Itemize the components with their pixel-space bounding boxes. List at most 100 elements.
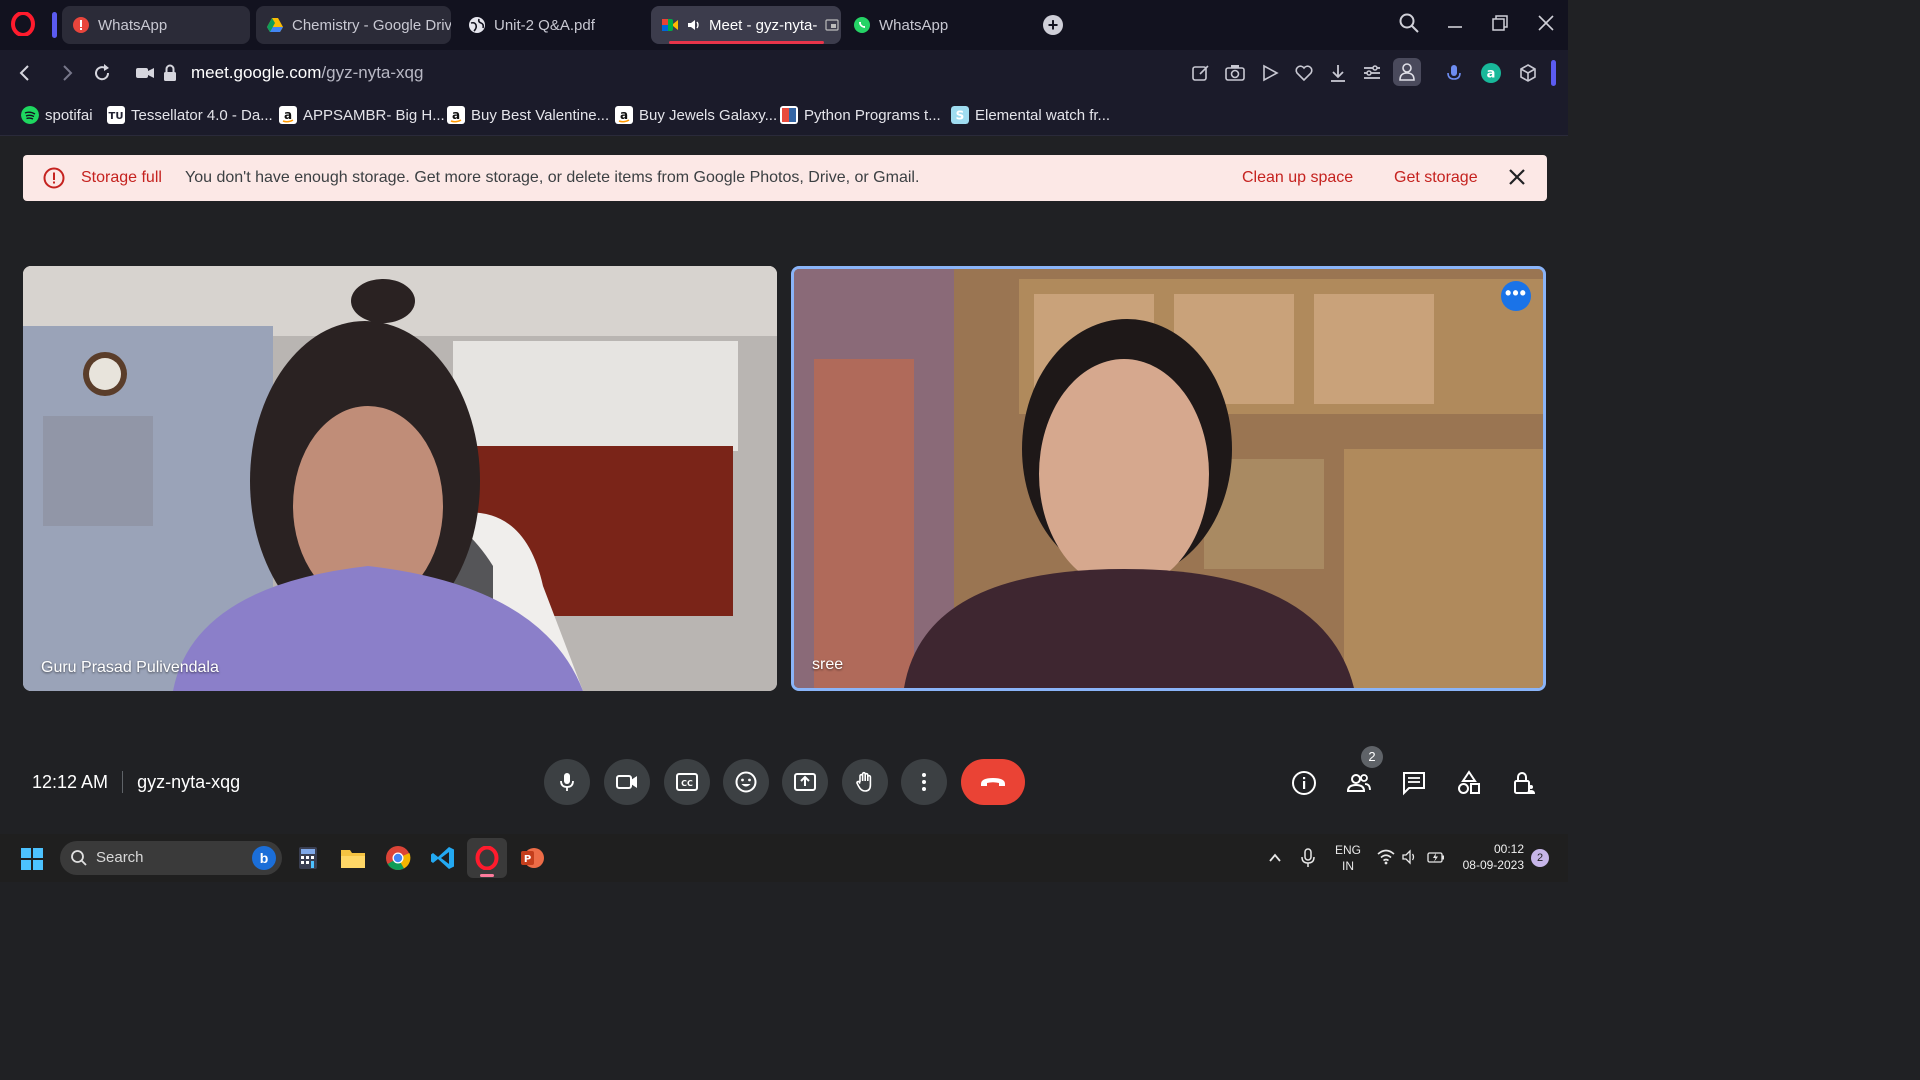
tab-bar: WhatsApp Chemistry - Google Driv Unit-2 … [0,0,1568,50]
taskbar-search[interactable]: Search b [60,841,282,875]
tab-whatsapp-1[interactable]: WhatsApp [62,6,250,44]
language-indicator[interactable]: ENG IN [1335,842,1361,874]
windows-start-icon[interactable] [20,847,44,871]
bookmark-jewels-galaxy[interactable]: a Buy Jewels Galaxy... [615,106,777,124]
video-frame-sree [794,269,1543,688]
svg-text:a: a [1487,67,1496,82]
extensions-cube-icon[interactable] [1517,62,1539,84]
participant-tile-guru[interactable]: Guru Prasad Pulivendala [23,266,777,691]
tab-label: Unit-2 Q&A.pdf [494,16,595,34]
calculator-icon [299,847,317,869]
clean-up-space-link[interactable]: Clean up space [1242,169,1353,187]
reactions-button[interactable] [723,759,769,805]
svg-text:a: a [620,108,628,122]
bookmark-tessellator[interactable]: TU Tessellator 4.0 - Da... [107,106,273,124]
elemental-icon: S [951,106,969,124]
microphone-tray-icon[interactable] [1300,848,1316,868]
clock-time: 00:12 [1493,842,1524,856]
tab-unit2-pdf[interactable]: Unit-2 Q&A.pdf [458,6,646,44]
chat-button[interactable] [1400,769,1428,797]
file-explorer-app[interactable] [338,843,368,873]
powerpoint-icon: P [521,848,544,868]
raise-hand-button[interactable] [842,759,888,805]
restore-icon[interactable] [1489,12,1511,34]
lock-person-icon [1514,772,1535,794]
camera-button[interactable] [604,759,650,805]
lock-icon[interactable] [158,61,182,85]
bookmark-python-programs[interactable]: Python Programs t... [780,106,941,124]
participant-tile-sree[interactable]: ••• sree [791,266,1546,691]
tab-whatsapp-2[interactable]: WhatsApp [843,6,983,44]
forward-icon[interactable] [55,61,79,85]
get-storage-link[interactable]: Get storage [1394,169,1478,187]
camera-in-use-icon[interactable] [133,61,157,85]
microphone-indicator-icon[interactable] [1443,62,1465,84]
opera-logo-icon[interactable] [11,12,35,36]
tab-group-accent [52,12,57,38]
activities-shapes-icon [1458,770,1480,794]
speaker-playing-icon[interactable] [687,18,701,32]
new-tab-button[interactable]: + [1043,15,1063,35]
easy-setup-icon[interactable] [1361,62,1383,84]
people-button[interactable] [1345,769,1373,797]
bookmark-spotifai[interactable]: spotifai [21,106,93,124]
more-options-button[interactable]: ••• [1501,281,1531,311]
microphone-icon [560,773,574,791]
bookmark-label: Tessellator 4.0 - Da... [131,106,273,124]
chevron-up-icon[interactable] [1268,851,1282,865]
camera-snapshot-icon[interactable] [1224,62,1246,84]
chrome-icon [386,846,411,871]
tab-label: Chemistry - Google Driv [292,16,451,34]
volume-icon[interactable] [1402,849,1418,865]
profile-button[interactable] [1393,58,1421,86]
heart-icon[interactable] [1293,62,1315,84]
battery-charging-icon[interactable] [1427,849,1445,865]
more-options-menu-button[interactable] [901,759,947,805]
profile-icon [1399,63,1415,81]
download-icon[interactable] [1327,62,1349,84]
bookmark-label: Buy Jewels Galaxy... [639,106,778,124]
search-tabs-icon[interactable] [1398,12,1420,34]
back-icon[interactable] [13,61,37,85]
extension-a-icon[interactable]: a [1480,62,1502,84]
bookmark-appsambr[interactable]: a APPSAMBR- Big H... [279,106,445,124]
svg-text:S: S [956,109,965,123]
url-field[interactable]: meet.google.com/gyz-nyta-xqg [191,63,423,83]
bookmark-elemental-watch[interactable]: S Elemental watch fr... [951,106,1110,124]
host-controls-button[interactable] [1510,769,1538,797]
bing-icon[interactable]: b [252,846,276,870]
meeting-details-button[interactable] [1290,769,1318,797]
notification-badge[interactable]: 2 [1531,849,1549,867]
captions-button[interactable]: CC [664,759,710,805]
url-host: meet.google.com [191,63,322,82]
close-banner-icon[interactable] [1507,167,1527,187]
picture-in-picture-icon[interactable] [825,18,839,32]
divider [122,771,124,793]
tab-meet-active[interactable]: Meet - gyz-nyta- [651,6,841,44]
present-screen-button[interactable] [782,759,828,805]
tab-chemistry-drive[interactable]: Chemistry - Google Driv [256,6,451,44]
activities-button[interactable] [1455,769,1483,797]
call-end-icon [981,778,1005,786]
tab-label: WhatsApp [879,16,949,34]
close-window-icon[interactable] [1535,12,1557,34]
flow-send-icon[interactable] [1259,62,1281,84]
vscode-app[interactable] [428,843,458,873]
svg-text:TU: TU [109,111,124,122]
calculator-app[interactable] [293,843,323,873]
closed-captions-icon: CC [676,773,698,791]
system-clock[interactable]: 00:12 08-09-2023 [1460,841,1524,873]
reload-icon[interactable] [90,61,114,85]
bookmark-valentine[interactable]: a Buy Best Valentine... [447,106,609,124]
bookmark-label: Elemental watch fr... [975,106,1111,124]
snapshot-edit-icon[interactable] [1190,62,1212,84]
opera-app[interactable] [467,838,507,878]
minimize-icon[interactable] [1444,12,1466,34]
banner-message: You don't have enough storage. Get more … [185,169,920,186]
leave-call-button[interactable] [961,759,1025,805]
powerpoint-app[interactable]: P [517,843,547,873]
microphone-button[interactable] [544,759,590,805]
chrome-app[interactable] [383,843,413,873]
google-meet-icon [662,19,678,31]
wifi-icon[interactable] [1377,849,1395,865]
